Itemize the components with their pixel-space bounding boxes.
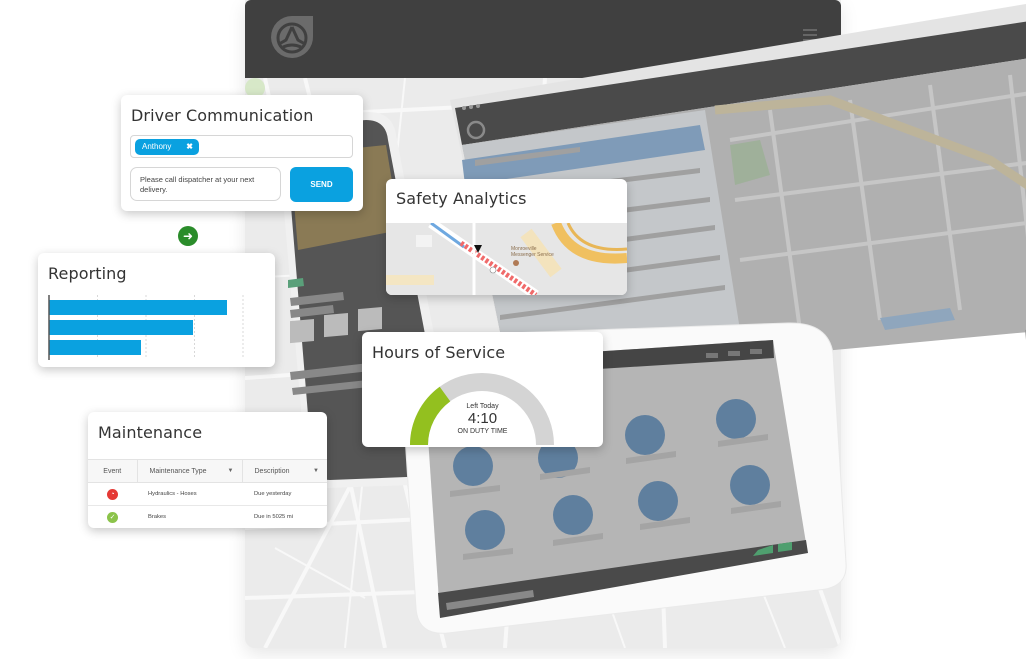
bar-3 bbox=[49, 340, 141, 355]
marketing-composite: ➜ Driver Communication Anthony ✖ Please … bbox=[0, 0, 1026, 659]
safety-analytics-card: Safety Analytics Monroeville Messenger S… bbox=[386, 179, 627, 295]
safety-map[interactable]: Monroeville Messenger Service bbox=[386, 223, 627, 295]
card-title: Reporting bbox=[48, 264, 127, 283]
bar-2 bbox=[49, 320, 193, 335]
reporting-card: Reporting bbox=[38, 253, 275, 367]
card-title: Driver Communication bbox=[131, 106, 314, 125]
shield-steering-wheel-logo-icon bbox=[271, 16, 314, 58]
column-header-maintenance-type[interactable]: Maintenance Type ▼ bbox=[136, 459, 242, 483]
maintenance-description: Due in 5025 mi bbox=[242, 505, 327, 528]
svg-text:Messenger Service: Messenger Service bbox=[511, 252, 554, 258]
maintenance-description: Due yesterday bbox=[242, 482, 327, 506]
check-icon: ✓ bbox=[107, 511, 118, 523]
driver-communication-card: Driver Communication Anthony ✖ Please ca… bbox=[121, 95, 363, 211]
poi-marker-icon bbox=[513, 260, 519, 266]
table-row[interactable]: ✓ Brakes Due in 5025 mi bbox=[88, 505, 327, 528]
maintenance-type: Hydraulics - Hoses bbox=[137, 482, 242, 506]
remaining-time: 4:10 bbox=[467, 410, 498, 427]
card-title: Maintenance bbox=[98, 423, 203, 442]
clock-icon: ◔ bbox=[107, 488, 118, 500]
route-marker-icon bbox=[489, 266, 497, 274]
maintenance-table: Event Maintenance Type ▼ Description ▼ ◔ H… bbox=[88, 459, 327, 528]
send-button[interactable]: SEND bbox=[290, 167, 353, 202]
column-header-event[interactable]: Event bbox=[88, 459, 137, 483]
recipients-field[interactable]: Anthony ✖ bbox=[130, 135, 353, 158]
on-duty-time-label: ON DUTY TIME bbox=[457, 428, 508, 435]
column-header-description[interactable]: Description ▼ bbox=[241, 459, 327, 483]
recipient-chip-label: Anthony bbox=[142, 142, 172, 151]
table-row[interactable]: ◔ Hydraulics - Hoses Due yesterday bbox=[88, 482, 327, 506]
card-title: Safety Analytics bbox=[396, 189, 527, 208]
navigation-arrow-icon: ➜ bbox=[178, 226, 198, 246]
bar-1 bbox=[49, 300, 227, 315]
left-today-label: Left Today bbox=[466, 403, 499, 410]
card-title: Hours of Service bbox=[372, 343, 506, 362]
hours-of-service-card: Hours of Service Left Today 4:10 ON DUTY… bbox=[362, 332, 603, 447]
maintenance-card: Maintenance Event Maintenance Type ▼ Desc… bbox=[88, 412, 327, 528]
sort-caret-icon[interactable]: ▼ bbox=[228, 468, 234, 475]
sort-caret-icon[interactable]: ▼ bbox=[313, 468, 319, 475]
reporting-bar-chart[interactable] bbox=[46, 293, 256, 363]
maintenance-type: Brakes bbox=[137, 505, 242, 528]
message-input[interactable]: Please call dispatcher at your next deli… bbox=[130, 167, 281, 201]
remove-chip-icon[interactable]: ✖ bbox=[186, 139, 193, 155]
recipient-chip[interactable]: Anthony ✖ bbox=[135, 139, 199, 155]
